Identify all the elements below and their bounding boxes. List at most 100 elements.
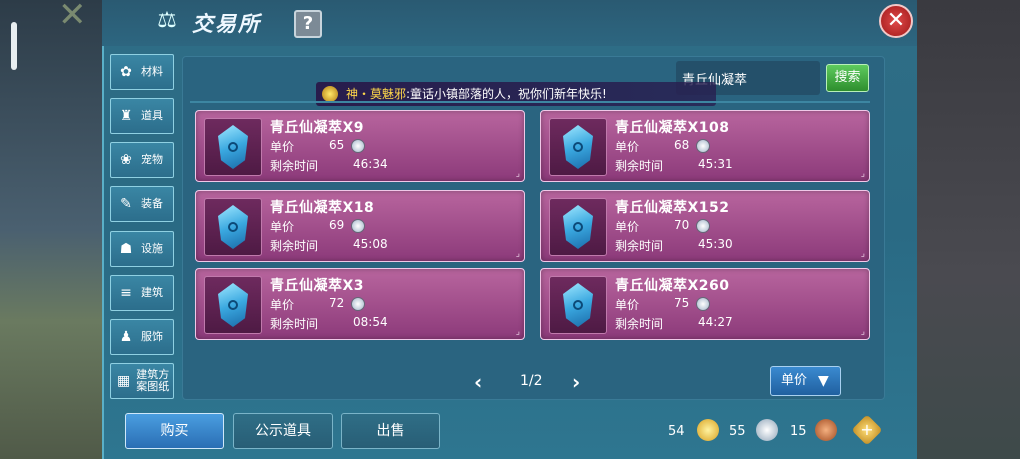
- crystal-icon: [218, 283, 248, 327]
- silver-coin-icon: [756, 419, 778, 441]
- item-slot: [549, 276, 607, 334]
- scene-right: [910, 0, 1020, 459]
- divider: [190, 101, 870, 103]
- sort-arrow-icon: ▼: [818, 373, 829, 389]
- scroll-handle[interactable]: [11, 22, 17, 70]
- buy-button[interactable]: 购买: [125, 413, 224, 449]
- scales-icon: ⚖: [157, 8, 177, 33]
- corner-icon: ⌟: [515, 169, 520, 179]
- sell-button[interactable]: 出售: [341, 413, 440, 449]
- price-label: 单价: [615, 140, 640, 154]
- facility-icon: ☗: [119, 241, 133, 257]
- page-title: 交易所: [192, 12, 261, 36]
- blueprint-icon: ▦: [117, 373, 131, 389]
- unit-price: 65: [329, 138, 345, 152]
- unit-price: 68: [674, 138, 690, 152]
- listing-card[interactable]: 青丘仙凝萃X3 单价 72 剩余时间 08:54 ⌟: [195, 268, 525, 340]
- item-slot: [204, 276, 262, 334]
- crystal-icon: [563, 125, 593, 169]
- sidebar-item-6[interactable]: ♟ 服饰: [110, 319, 174, 355]
- sidebar-item-0[interactable]: ✿ 材料: [110, 54, 174, 90]
- price-label: 单价: [615, 220, 640, 234]
- silver-coin-icon: [351, 297, 365, 311]
- price-label: 单价: [270, 298, 295, 312]
- sidebar-item-label: 装备: [141, 197, 163, 210]
- silver-coin-icon: [696, 297, 710, 311]
- sword-icon: ✎: [120, 196, 132, 212]
- crystal-icon: [563, 283, 593, 327]
- listing-card[interactable]: 青丘仙凝萃X108 单价 68 剩余时间 45:31 ⌟: [540, 110, 870, 182]
- silver-coin-icon: [696, 219, 710, 233]
- silver-coin-icon: [351, 139, 365, 153]
- price-label: 单价: [615, 298, 640, 312]
- plus-icon: +: [860, 420, 874, 439]
- crystal-icon: [563, 205, 593, 249]
- remaining-time: 46:34: [353, 157, 388, 171]
- item-name: 青丘仙凝萃X18: [270, 200, 375, 216]
- help-button[interactable]: ?: [294, 10, 322, 38]
- search-button[interactable]: 搜索: [826, 64, 869, 92]
- sort-by-price-button[interactable]: 单价 ▼: [770, 366, 841, 396]
- time-label: 剩余时间: [270, 239, 319, 253]
- silver-amount: 55: [729, 424, 746, 439]
- copper-coin-icon: [815, 419, 837, 441]
- sidebar-item-4[interactable]: ☗ 设施: [110, 231, 174, 267]
- gold-amount: 54: [668, 424, 685, 439]
- page-indicator: 1/2: [520, 373, 543, 389]
- clothing-icon: ♟: [119, 329, 133, 345]
- remaining-time: 45:31: [698, 157, 733, 171]
- next-page-button[interactable]: ›: [572, 370, 580, 394]
- sidebar-item-3[interactable]: ✎ 装备: [110, 186, 174, 222]
- sidebar-item-label: 宠物: [141, 153, 163, 166]
- materials-icon: ✿: [120, 64, 132, 80]
- price-label: 单价: [270, 140, 295, 154]
- unit-price: 69: [329, 218, 345, 232]
- unit-price: 70: [674, 218, 690, 232]
- add-currency-button[interactable]: +: [851, 414, 883, 446]
- crystal-icon: [218, 125, 248, 169]
- corner-icon: ⌟: [860, 327, 865, 337]
- listing-card[interactable]: 青丘仙凝萃X260 单价 75 剩余时间 44:27 ⌟: [540, 268, 870, 340]
- remaining-time: 45:30: [698, 237, 733, 251]
- time-label: 剩余时间: [615, 239, 664, 253]
- item-name: 青丘仙凝萃X9: [270, 120, 365, 136]
- unit-price: 72: [329, 296, 345, 310]
- item-slot: [204, 198, 262, 256]
- remaining-time: 44:27: [698, 315, 733, 329]
- copper-amount: 15: [790, 424, 807, 439]
- close-button[interactable]: ✕: [879, 4, 913, 38]
- corner-icon: ⌟: [515, 249, 520, 259]
- corner-icon: ⌟: [860, 169, 865, 179]
- time-label: 剩余时间: [270, 317, 319, 331]
- sidebar-item-5[interactable]: ≡ 建筑: [110, 275, 174, 311]
- price-label: 单价: [270, 220, 295, 234]
- unit-price: 75: [674, 296, 690, 310]
- item-name: 青丘仙凝萃X108: [615, 120, 730, 136]
- silver-coin-icon: [351, 219, 365, 233]
- item-slot: [549, 198, 607, 256]
- speaker-icon: [322, 86, 338, 102]
- gold-coin-icon: [697, 419, 719, 441]
- crossed-swords-icon: ✕: [58, 0, 87, 35]
- sidebar-item-label: 道具: [141, 109, 163, 122]
- time-label: 剩余时间: [615, 159, 664, 173]
- corner-icon: ⌟: [860, 249, 865, 259]
- broadcast-sender: 神・莫魅邪: [346, 87, 407, 101]
- sidebar-item-label: 材料: [141, 65, 163, 78]
- time-label: 剩余时间: [270, 159, 319, 173]
- sidebar-item-2[interactable]: ❀ 宠物: [110, 142, 174, 178]
- time-label: 剩余时间: [615, 317, 664, 331]
- sidebar-item-1[interactable]: ♜ 道具: [110, 98, 174, 134]
- listing-card[interactable]: 青丘仙凝萃X152 单价 70 剩余时间 45:30 ⌟: [540, 190, 870, 262]
- prev-page-button[interactable]: ‹: [474, 370, 482, 394]
- listing-card[interactable]: 青丘仙凝萃X18 单价 69 剩余时间 45:08 ⌟: [195, 190, 525, 262]
- building-icon: ≡: [120, 285, 132, 301]
- sidebar-item-label: 设施: [141, 242, 163, 255]
- remaining-time: 45:08: [353, 237, 388, 251]
- silver-coin-icon: [696, 139, 710, 153]
- crystal-icon: [218, 205, 248, 249]
- item-name: 青丘仙凝萃X260: [615, 278, 730, 294]
- listing-card[interactable]: 青丘仙凝萃X9 单价 65 剩余时间 46:34 ⌟: [195, 110, 525, 182]
- public-items-button[interactable]: 公示道具: [233, 413, 333, 449]
- sidebar-item-7[interactable]: ▦ 建筑方案图纸: [110, 363, 174, 399]
